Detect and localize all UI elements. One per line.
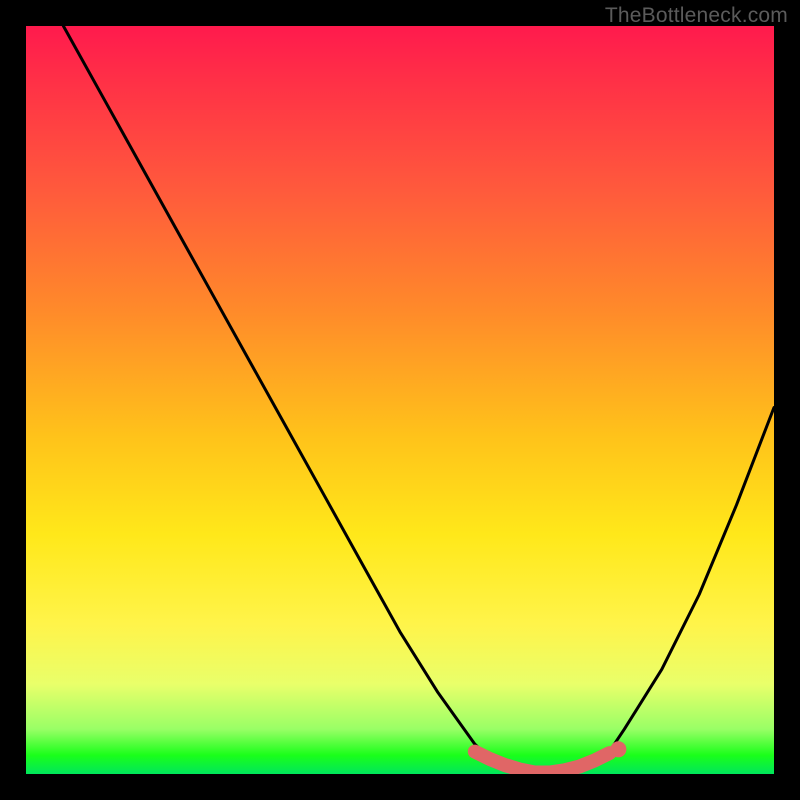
plot-area xyxy=(26,26,774,774)
marker-connector xyxy=(475,752,610,773)
curve-layer xyxy=(26,26,774,774)
watermark-text: TheBottleneck.com xyxy=(605,4,788,28)
bottleneck-curve xyxy=(63,26,774,774)
chart-frame: TheBottleneck.com xyxy=(0,0,800,800)
flat-bottom-markers xyxy=(475,741,627,772)
marker-end-dot xyxy=(610,741,626,757)
